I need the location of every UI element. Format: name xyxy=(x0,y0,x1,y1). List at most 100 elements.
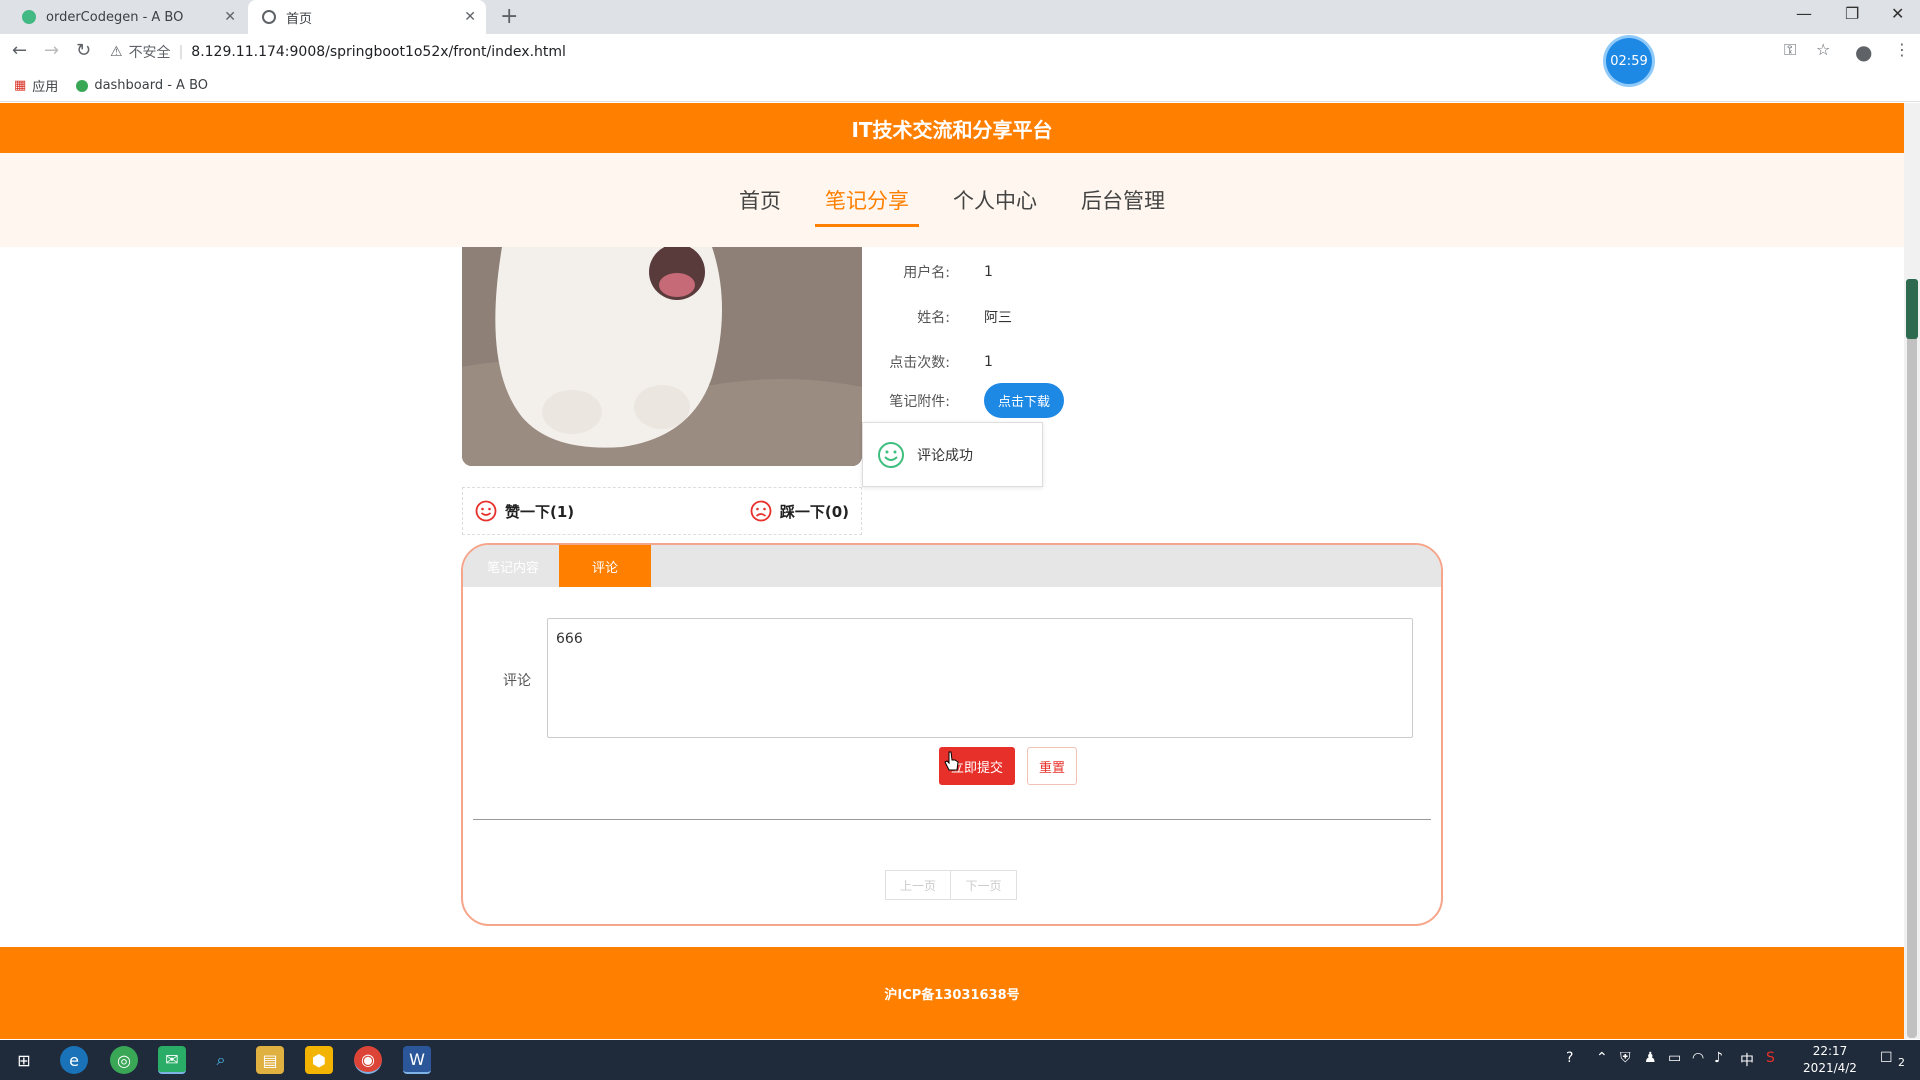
window-close-icon[interactable]: ✕ xyxy=(1891,4,1904,23)
forward-icon[interactable]: → xyxy=(44,40,59,61)
hand-cursor-icon xyxy=(944,751,959,771)
field-username: 用户名: 1 xyxy=(830,262,993,282)
volume-icon[interactable]: ♪ xyxy=(1714,1050,1723,1066)
scroll-thumb[interactable] xyxy=(1907,281,1917,1038)
field-value: 1 xyxy=(984,264,993,280)
site-footer: 沪ICP备13031638号 xyxy=(0,947,1904,1039)
wechat-icon[interactable]: ✉ xyxy=(158,1046,186,1074)
comment-input[interactable] xyxy=(547,618,1413,738)
search-app-icon[interactable]: ⌕ xyxy=(207,1046,235,1074)
panel-tabs: 笔记内容 评论 xyxy=(463,545,1441,587)
clock-date: 2021/4/2 xyxy=(1803,1061,1857,1075)
notification-count: 2 xyxy=(1898,1056,1905,1069)
close-icon[interactable]: ✕ xyxy=(464,9,476,25)
clock-time: 22:17 xyxy=(1812,1044,1848,1058)
apps-icon: ▦ xyxy=(14,78,27,93)
success-toast: 评论成功 xyxy=(862,422,1043,487)
comment-panel: 笔记内容 评论 评论 立即提交 重置 上一页 下一页 xyxy=(461,543,1443,926)
download-button[interactable]: 点击下载 xyxy=(984,383,1065,418)
field-click-count: 点击次数: 1 xyxy=(830,352,993,372)
sogou-icon[interactable]: S xyxy=(1766,1050,1775,1066)
back-icon[interactable]: ← xyxy=(12,40,27,61)
like-label: 赞一下(1) xyxy=(505,502,575,521)
note-cover-image xyxy=(462,247,862,466)
star-icon[interactable]: ☆ xyxy=(1816,40,1830,59)
notification-icon[interactable]: ☐ xyxy=(1880,1050,1893,1066)
vue-icon xyxy=(76,79,89,92)
browser-tabbar: orderCodegen - A BO ✕ 首页 ✕ + — ❐ ✕ xyxy=(0,0,1920,34)
nav-note-share[interactable]: 笔记分享 xyxy=(815,179,919,227)
bookmark-label: dashboard - A BO xyxy=(94,78,208,93)
frown-icon xyxy=(750,500,772,522)
close-icon[interactable]: ✕ xyxy=(224,9,236,25)
smile-icon xyxy=(878,441,904,468)
battery-icon[interactable]: ▭ xyxy=(1668,1050,1681,1066)
word-icon[interactable]: W xyxy=(403,1046,431,1074)
nav-home[interactable]: 首页 xyxy=(729,179,791,221)
tab-title: orderCodegen - A BO xyxy=(46,9,184,25)
network-icon[interactable]: ◠ xyxy=(1692,1050,1704,1066)
windows-taskbar: ⊞ e ◎ ✉ ⌕ ▤ ⬢ ◉ W ? ⌃ ⛨ ♟ ▭ ◠ ♪ 中 S 22:1… xyxy=(0,1040,1920,1080)
cat-image xyxy=(462,247,862,466)
field-value: 1 xyxy=(984,354,993,370)
reload-icon[interactable]: ↻ xyxy=(76,40,91,61)
key-icon[interactable]: ⚿ xyxy=(1784,40,1796,60)
field-label: 用户名: xyxy=(903,265,950,281)
app-green-icon[interactable]: ◎ xyxy=(110,1046,138,1074)
next-page-button[interactable]: 下一页 xyxy=(951,870,1017,900)
page-scrollbar[interactable] xyxy=(1904,103,1920,1039)
nav-admin[interactable]: 后台管理 xyxy=(1071,179,1175,221)
chrome-icon[interactable]: ◉ xyxy=(354,1046,382,1074)
shield-icon[interactable]: ⛨ xyxy=(1620,1050,1631,1066)
smile-icon xyxy=(475,500,497,522)
browser-tab-ordercodegen[interactable]: orderCodegen - A BO ✕ xyxy=(8,0,246,34)
vote-box: 赞一下(1) 踩一下(0) xyxy=(462,487,862,535)
tab-comment[interactable]: 评论 xyxy=(559,545,651,587)
file-manager-icon[interactable]: ▤ xyxy=(256,1046,284,1074)
help-icon[interactable]: ? xyxy=(1566,1050,1573,1066)
tab-note-content[interactable]: 笔记内容 xyxy=(467,545,559,587)
bookmark-apps[interactable]: 应用 xyxy=(32,76,58,95)
warning-icon: ⚠ xyxy=(110,44,123,60)
toast-message: 评论成功 xyxy=(917,447,973,464)
profile-icon[interactable]: ● xyxy=(1855,40,1872,64)
new-tab-icon[interactable]: + xyxy=(500,4,518,29)
browser-tab-home[interactable]: 首页 ✕ xyxy=(248,0,486,34)
nav-profile[interactable]: 个人中心 xyxy=(943,179,1047,221)
taskbar-clock[interactable]: 22:17 2021/4/2 xyxy=(1800,1043,1860,1077)
ime-indicator[interactable]: 中 xyxy=(1740,1050,1754,1070)
insecure-label: 不安全 xyxy=(128,45,171,61)
bookmark-dashboard[interactable]: dashboard - A BO xyxy=(76,78,208,93)
prev-page-button[interactable]: 上一页 xyxy=(885,870,951,900)
field-attachment: 笔记附件: 点击下载 xyxy=(830,383,1065,418)
vue-icon xyxy=(22,10,36,24)
field-label: 笔记附件: xyxy=(889,393,950,410)
menu-icon[interactable]: ⋮ xyxy=(1894,40,1910,59)
field-name: 姓名: 阿三 xyxy=(830,307,1012,327)
url-text: 8.129.11.174:9008/springboot1o52x/front/… xyxy=(191,44,566,60)
divider xyxy=(473,819,1431,820)
address-bar[interactable]: ⚠ 不安全 | 8.129.11.174:9008/springboot1o52… xyxy=(110,38,1810,66)
edge-icon[interactable]: e xyxy=(60,1046,88,1074)
field-label: 点击次数: xyxy=(889,355,950,371)
windows-start-icon[interactable]: ⊞ xyxy=(10,1046,38,1074)
main-nav: 首页 笔记分享 个人中心 后台管理 xyxy=(0,153,1904,247)
comment-label: 评论 xyxy=(503,673,531,689)
site-header: IT技术交流和分享平台 xyxy=(0,103,1904,153)
reset-button[interactable]: 重置 xyxy=(1027,747,1077,785)
divider: | xyxy=(178,44,184,60)
restore-icon[interactable]: ❐ xyxy=(1845,4,1859,23)
qq-icon[interactable]: ♟ xyxy=(1644,1050,1657,1066)
minimize-icon[interactable]: — xyxy=(1796,4,1812,23)
chevron-up-icon[interactable]: ⌃ xyxy=(1596,1050,1608,1066)
field-value: 阿三 xyxy=(984,310,1012,326)
dislike-button[interactable]: 踩一下(0) xyxy=(750,500,849,522)
tab-title: 首页 xyxy=(286,11,313,27)
recording-timer[interactable]: 02:59 xyxy=(1606,38,1652,84)
app-yellow-icon[interactable]: ⬢ xyxy=(305,1046,333,1074)
like-button[interactable]: 赞一下(1) xyxy=(475,500,574,522)
field-label: 姓名: xyxy=(917,310,950,326)
dislike-label: 踩一下(0) xyxy=(779,502,849,521)
globe-icon xyxy=(262,10,276,24)
scroll-marker xyxy=(1906,279,1918,339)
